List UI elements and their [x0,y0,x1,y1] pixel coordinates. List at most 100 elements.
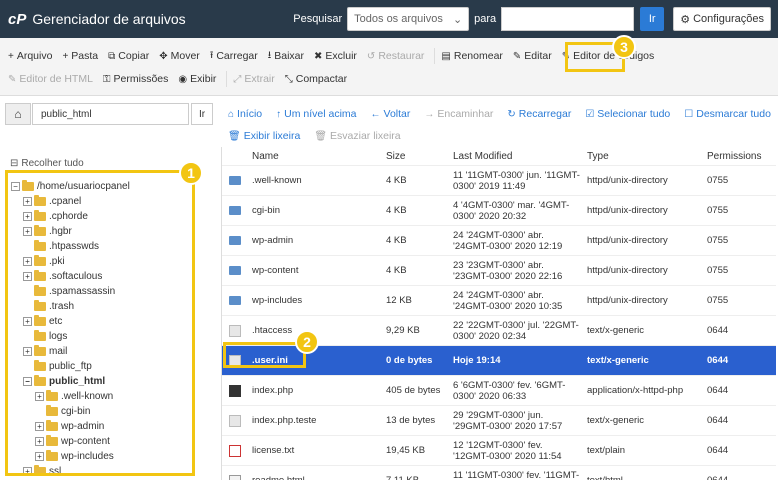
tree-item-softaculous[interactable]: + .softaculous [23,269,102,284]
extrair-button[interactable]: ⤢ Extrair [233,73,274,85]
file-size: 4 KB [386,175,407,186]
column-header-size[interactable]: Size [386,151,405,162]
tree-item-wp-admin[interactable]: + wp-admin [35,419,104,434]
table-row[interactable]: wp-content 4 KB 23 '23GMT-0300' abr. '23GM… [222,255,776,285]
column-header-type[interactable]: Type [587,151,609,162]
expand-icon[interactable]: + [23,212,32,221]
copiar-icon: ⧉ [108,50,116,62]
nav-selecionar-tudo[interactable]: ☑ Selecionar tudo [585,108,670,120]
editar-icon: ✎ [512,50,522,62]
search-input[interactable] [501,7,635,31]
tree-item-home-usuariocpanel[interactable]: − /home/usuariocpanel [11,179,130,194]
tree-item-ssl[interactable]: + ssl [23,464,61,473]
tree-item-cgi-bin[interactable]: cgi-bin [35,404,90,419]
tree-item-trash[interactable]: .trash [23,299,74,314]
carregar-button[interactable]: ⭱ Carregar [210,48,258,65]
expand-icon[interactable]: + [35,452,44,461]
collapse-all-link[interactable]: ⊟ Recolher tudo [10,158,84,169]
mover-button[interactable]: ✥ Mover [159,50,200,62]
tree-item-hgbr[interactable]: + .hgbr [23,224,72,239]
nav-desmarcar-tudo[interactable]: ☐ Desmarcar tudo [684,108,771,120]
tree-item-logs[interactable]: logs [23,329,67,344]
expand-icon[interactable]: + [23,317,32,326]
tree-item-well-known[interactable]: + .well-known [35,389,113,404]
table-row[interactable]: wp-admin 4 KB 24 '24GMT-0300' abr. '24GMT-… [222,225,776,255]
arquivo-button[interactable]: + Arquivo [8,50,52,62]
tree-item-cpanel[interactable]: + .cpanel [23,194,81,209]
expand-icon[interactable]: + [35,437,44,446]
nav-voltar[interactable]: ← Voltar [371,108,411,120]
renomear-button[interactable]: ▤ Renomear [441,50,502,62]
editor-de-codigos-button[interactable]: ✎ Editor de códigos [562,50,655,62]
tree-item-label: .spamassassin [49,286,116,297]
copiar-button[interactable]: ⧉ Copiar [108,50,149,62]
editar-button[interactable]: ✎ Editar [513,50,552,62]
column-header-permissions[interactable]: Permissions [707,151,761,162]
folder-icon [34,300,46,311]
column-header-name[interactable]: Name [252,151,279,162]
tree-item-etc[interactable]: + etc [23,314,62,329]
tree-item-pki[interactable]: + .pki [23,254,65,269]
search-go-button[interactable]: Ir [640,7,665,31]
search-scope-select[interactable]: Todos os arquivos ⌄ [347,7,470,31]
home-icon: ⌂ [14,107,22,121]
editar-label: Editar [524,50,552,62]
collapse-icon[interactable]: − [23,377,32,386]
tree-item-spamassassin[interactable]: .spamassassin [23,284,115,299]
nav-encaminhar[interactable]: → Encaminhar [424,108,493,120]
tree-item-mail[interactable]: + mail [23,344,67,359]
tree-item-public-html[interactable]: − public_html [23,374,105,389]
folder-icon [229,206,241,215]
table-row[interactable]: cgi-bin 4 KB 4 '4GMT-0300' mar. '4GMT-0300… [222,195,776,225]
nav-exibir-lixeira[interactable]: 🗑 Exibir lixeira [228,130,300,142]
baixar-button[interactable]: ⭳ Baixar [268,48,304,65]
tree-item-wp-includes[interactable]: + wp-includes [35,449,114,464]
excluir-button[interactable]: ✖ Excluir [314,50,357,62]
folder-icon [34,240,46,251]
nav-esvaziar-lixeira[interactable]: 🗑 Esvaziar lixeira [314,130,400,142]
expand-icon[interactable]: + [23,257,32,266]
file-permissions: 0644 [707,325,729,336]
folder-icon [34,285,46,296]
home-button[interactable]: ⌂ [5,103,31,125]
restaurar-button[interactable]: ↺ Restaurar [367,50,425,62]
table-row[interactable]: license.txt 19,45 KB 12 '12GMT-0300' fev. … [222,435,776,465]
file-size: 9,29 KB [386,325,420,336]
compactar-button[interactable]: ⤡ Compactar [285,73,347,85]
tree-item-label: public_ftp [49,361,92,372]
table-row[interactable]: wp-includes 12 KB 24 '24GMT-0300' abr. '24… [222,285,776,315]
collapse-icon[interactable]: − [11,182,20,191]
nav-um-nivel-acima[interactable]: ↑ Um nível acima [276,108,356,120]
collapse-icon: ⊟ [10,158,19,169]
editor-de-html-button[interactable]: ✎ Editor de HTML [8,73,93,85]
expand-icon[interactable]: + [23,347,32,356]
extrair-label: Extrair [244,73,275,85]
table-row[interactable]: readme.html 7,11 KB 11 '11GMT-0300' fev. '… [222,465,776,480]
tree-item-cphorde[interactable]: + .cphorde [23,209,88,224]
nav-label: Recarregar [518,108,572,120]
path-input[interactable]: public_html [32,103,189,125]
pasta-button[interactable]: + Pasta [62,50,98,62]
exibir-button[interactable]: ◉ Exibir [178,73,216,85]
expand-icon[interactable]: + [23,272,32,281]
nav-recarregar[interactable]: ↻ Recarregar [507,108,571,120]
tree-item-label: cgi-bin [61,406,91,417]
table-row[interactable]: .well-known 4 KB 11 '11GMT-0300' jun. '11G… [222,165,776,195]
tree-item-wp-content[interactable]: + wp-content [35,434,110,449]
expand-icon[interactable]: + [35,422,44,431]
nav-inicio[interactable]: ⌂ Início [228,108,262,120]
table-row[interactable]: index.php 405 de bytes 6 '6GMT-0300' fev. … [222,375,776,405]
table-row[interactable]: index.php.teste 13 de bytes 29 '29GMT-0300… [222,405,776,435]
permissoes-button[interactable]: ⚿ Permissões [103,73,168,85]
expand-icon[interactable]: + [23,197,32,206]
column-header-modified[interactable]: Last Modified [453,151,512,162]
path-go-button[interactable]: Ir [191,103,213,125]
tree-item-htpasswds[interactable]: .htpasswds [23,239,99,254]
tree-item-public-ftp[interactable]: public_ftp [23,359,92,374]
expand-icon[interactable]: + [23,227,32,236]
settings-button[interactable]: ⚙ Configurações [673,7,771,31]
expand-icon[interactable]: + [23,467,32,473]
folder-icon [46,435,58,446]
expand-icon[interactable]: + [35,392,44,401]
settings-label: Configurações [693,13,764,25]
